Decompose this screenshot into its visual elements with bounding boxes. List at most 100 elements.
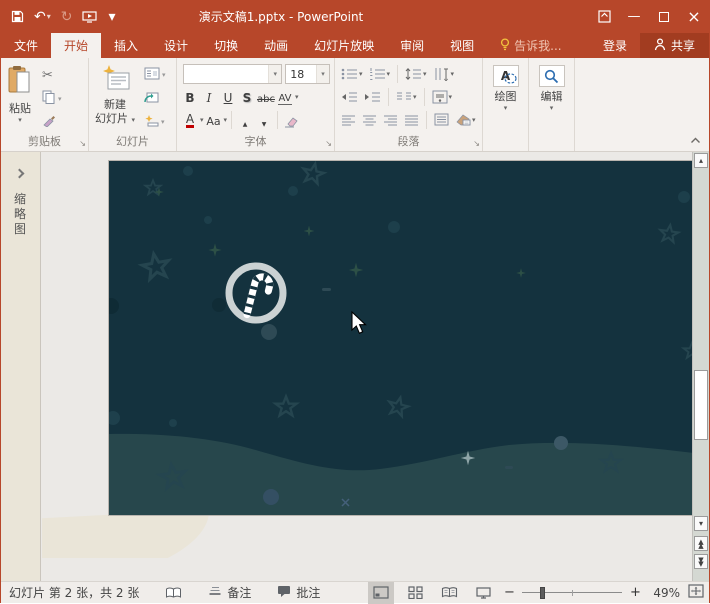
comments-toggle[interactable]: 批注 xyxy=(277,584,320,601)
customize-qat-icon[interactable]: ▾ xyxy=(108,10,115,24)
comment-icon xyxy=(277,585,291,601)
zoom-slider[interactable] xyxy=(522,582,622,604)
line-spacing-button[interactable]: ▾ xyxy=(403,66,429,82)
lightbulb-icon xyxy=(500,38,510,54)
bold-button[interactable]: B xyxy=(181,87,199,106)
save-icon[interactable] xyxy=(11,10,24,23)
scroll-up-icon[interactable]: ▴ xyxy=(694,153,708,168)
convert-smartart-button[interactable]: ▾ xyxy=(453,112,478,127)
align-center-button[interactable] xyxy=(360,113,379,127)
notes-toggle[interactable]: 备注 xyxy=(208,584,251,601)
slides-group: 新建 幻灯片 ▾ ▾ ▾ xyxy=(89,58,177,151)
vertical-scroll-thumb[interactable] xyxy=(694,370,708,440)
zoom-slider-thumb[interactable] xyxy=(540,587,545,599)
zoom-out-button[interactable]: − xyxy=(504,585,514,600)
slide-number-indicator[interactable]: 幻灯片 第 2 张，共 2 张 xyxy=(9,584,139,601)
paste-clipboard-icon xyxy=(7,65,33,99)
change-case-button[interactable]: Aa xyxy=(205,110,223,129)
change-case-drop[interactable]: ▾ xyxy=(224,116,228,124)
person-icon xyxy=(654,38,666,54)
zoom-in-button[interactable]: + xyxy=(630,585,640,600)
tab-home[interactable]: 开始 xyxy=(51,33,101,58)
copy-button[interactable]: ▾ xyxy=(39,88,65,110)
start-slideshow-icon[interactable] xyxy=(82,11,97,23)
tab-animations[interactable]: 动画 xyxy=(251,33,301,58)
notes-icon xyxy=(208,585,222,600)
tab-review[interactable]: 审阅 xyxy=(387,33,437,58)
slide-sorter-view-button[interactable] xyxy=(402,582,428,604)
ribbon-display-options-icon[interactable] xyxy=(589,0,619,33)
thumbnail-pane-collapsed[interactable]: 缩略图 xyxy=(1,152,41,581)
strikethrough-button[interactable]: abc xyxy=(257,87,275,106)
fit-to-window-icon[interactable] xyxy=(688,584,704,601)
scroll-down-icon[interactable]: ▾ xyxy=(694,516,708,531)
previous-slide-button[interactable]: ▲▲ xyxy=(694,536,708,551)
text-direction-button[interactable]: ▾ xyxy=(431,66,457,82)
reset-icon xyxy=(144,91,159,107)
align-left-button[interactable] xyxy=(339,113,358,127)
share-button[interactable]: 共享 xyxy=(640,33,709,58)
sign-in-button[interactable]: 登录 xyxy=(590,33,640,58)
distribute-button[interactable] xyxy=(432,112,451,127)
new-slide-button[interactable]: 新建 幻灯片 ▾ xyxy=(91,62,139,135)
ribbon-tab-row: 文件 开始 插入 设计 切换 动画 幻灯片放映 审阅 视图 告诉我... 登录 … xyxy=(1,33,709,58)
vertical-scrollbar[interactable]: ▴ ▾ ▲▲ ▼▼ xyxy=(692,152,709,581)
font-color-drop[interactable]: ▾ xyxy=(200,116,204,124)
expand-pane-chevron-icon[interactable] xyxy=(15,169,25,179)
drawing-group: A 绘图 ▾ xyxy=(483,58,529,151)
decrease-font-size-button[interactable]: ▼ xyxy=(255,110,273,129)
normal-view-button[interactable] xyxy=(368,582,394,604)
increase-font-size-button[interactable]: ▲ xyxy=(236,110,254,129)
tab-slideshow[interactable]: 幻灯片放映 xyxy=(301,33,387,58)
tab-insert[interactable]: 插入 xyxy=(101,33,151,58)
character-spacing-drop[interactable]: ▾ xyxy=(295,93,299,101)
character-spacing-button[interactable]: AV xyxy=(276,87,294,106)
undo-icon[interactable]: ↶▾ xyxy=(34,10,51,24)
ribbon-spacer xyxy=(575,58,709,151)
slide-canvas[interactable] xyxy=(109,161,694,515)
clipboard-minibuttons: ✂ ▾ xyxy=(37,62,67,135)
paragraph-dialog-launcher[interactable]: ↘ xyxy=(473,139,480,148)
paste-button[interactable]: 粘贴 ▾ xyxy=(3,62,37,135)
justify-button[interactable] xyxy=(402,113,421,127)
font-size-combobox[interactable]: 18▾ xyxy=(285,64,330,84)
bullets-button[interactable]: ▾ xyxy=(339,66,365,82)
tell-me-box[interactable]: 告诉我... xyxy=(487,33,574,58)
align-text-button[interactable]: ▾ xyxy=(430,89,455,105)
paragraph-group: ▾ ▾ ▾ ▾ xyxy=(335,58,483,151)
text-shadow-button[interactable]: S xyxy=(238,87,256,106)
reading-view-button[interactable] xyxy=(436,582,462,604)
editing-button[interactable]: 编辑 ▾ xyxy=(535,62,569,135)
reset-button[interactable] xyxy=(141,88,169,110)
maximize-button[interactable] xyxy=(649,0,679,33)
tab-transitions[interactable]: 切换 xyxy=(201,33,251,58)
increase-indent-button[interactable] xyxy=(362,90,383,104)
zoom-percentage[interactable]: 49% xyxy=(648,586,680,600)
font-dialog-launcher[interactable]: ↘ xyxy=(325,139,332,148)
section-button[interactable]: ▾ xyxy=(141,111,169,133)
cut-button[interactable]: ✂ xyxy=(39,64,65,86)
font-color-button[interactable]: A xyxy=(181,110,199,129)
clipboard-dialog-launcher[interactable]: ↘ xyxy=(79,139,86,148)
underline-button[interactable]: U xyxy=(219,87,237,106)
numbering-button[interactable]: ▾ xyxy=(367,66,393,82)
decrease-indent-button[interactable] xyxy=(339,90,360,104)
italic-button[interactable]: I xyxy=(200,87,218,106)
tab-file[interactable]: 文件 xyxy=(1,33,51,58)
redo-icon[interactable]: ↻ xyxy=(61,10,73,24)
font-name-combobox[interactable]: ▾ xyxy=(183,64,282,84)
clear-formatting-button[interactable] xyxy=(282,110,300,129)
next-slide-button[interactable]: ▼▼ xyxy=(694,554,708,569)
drawing-button[interactable]: A 绘图 ▾ xyxy=(489,62,523,135)
collapse-ribbon-icon[interactable] xyxy=(690,133,701,147)
slideshow-view-button[interactable] xyxy=(470,582,496,604)
minimize-button[interactable]: — xyxy=(619,0,649,33)
close-button[interactable]: × xyxy=(679,0,709,33)
layout-button[interactable]: ▾ xyxy=(141,64,169,86)
align-right-button[interactable] xyxy=(381,113,400,127)
tab-design[interactable]: 设计 xyxy=(151,33,201,58)
columns-button[interactable]: ▾ xyxy=(394,90,419,104)
format-painter-button[interactable] xyxy=(39,111,65,133)
tab-view[interactable]: 视图 xyxy=(437,33,487,58)
spell-check-icon[interactable] xyxy=(165,586,182,600)
